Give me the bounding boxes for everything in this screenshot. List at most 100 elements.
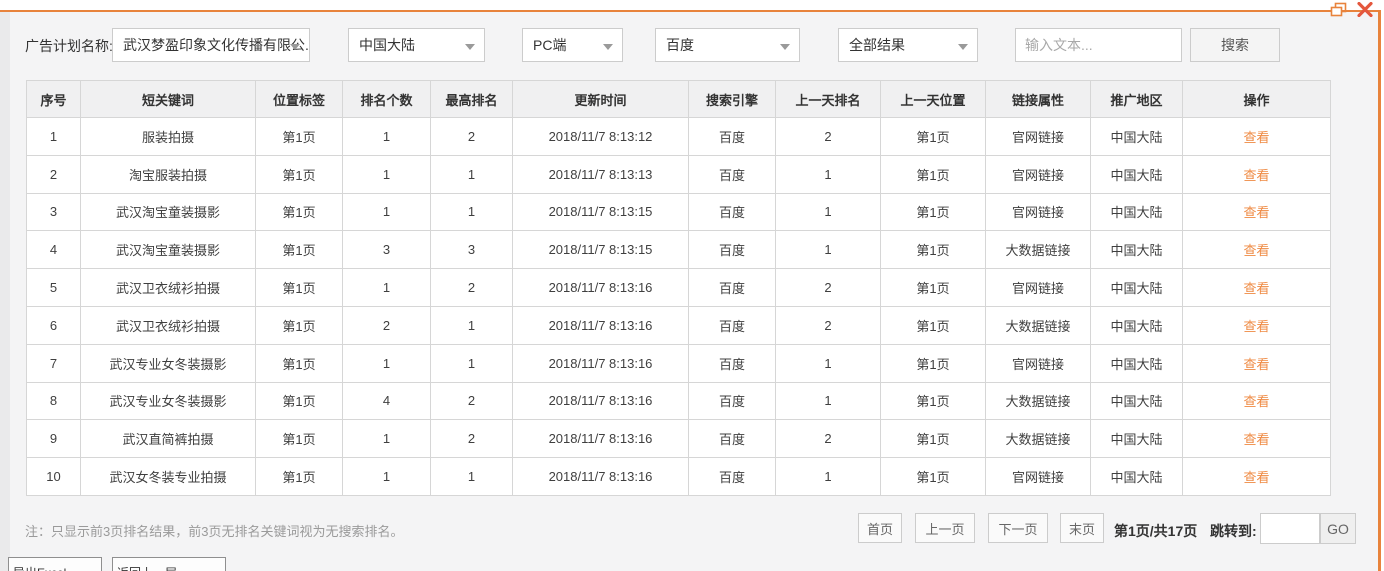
cell: 中国大陆 [1090, 457, 1183, 496]
cell: 百度 [688, 268, 776, 307]
engine-select[interactable]: 百度 [655, 28, 800, 62]
action-cell: 查看 [1182, 192, 1331, 232]
cell: 第1页 [880, 343, 986, 383]
view-link[interactable]: 查看 [1243, 168, 1269, 183]
action-cell: 查看 [1182, 419, 1331, 459]
cell: 1 [342, 457, 431, 496]
cell: 第1页 [880, 230, 986, 270]
prev-page-button[interactable]: 上一页 [915, 513, 975, 543]
view-link[interactable]: 查看 [1243, 243, 1269, 258]
cell: 官网链接 [985, 117, 1091, 156]
cell: 中国大陆 [1090, 381, 1183, 421]
keyword-ranking-table: 序号 短关键词 位置标签 排名个数 最高排名 更新时间 搜索引擎 上一天排名 上一天位置 链接属性… [26, 80, 1331, 496]
view-link[interactable]: 查看 [1243, 432, 1269, 447]
view-link[interactable]: 查看 [1243, 357, 1269, 372]
view-link[interactable]: 查看 [1243, 130, 1269, 145]
plan-name-value: 武汉梦盈印象文化传播有限公... [123, 37, 310, 53]
cell: 第1页 [880, 305, 986, 345]
cell: 9 [26, 419, 81, 459]
close-icon[interactable] [1357, 1, 1373, 17]
plan-name-select[interactable]: 武汉梦盈印象文化传播有限公... [112, 28, 310, 62]
cell: 1 [775, 154, 881, 194]
table-row: 4 武汉淘宝童装摄影 第1页 3 3 2018/11/7 8:13:15 百度 1 第1页 大数据… [26, 230, 1331, 270]
cell: 4 [26, 230, 81, 270]
column-header: 短关键词 [80, 80, 256, 118]
search-button[interactable]: 搜索 [1190, 28, 1280, 62]
table-row: 1 服装拍摄 第1页 1 2 2018/11/7 8:13:12 百度 2 第1页 官网链接 中国大… [26, 117, 1331, 156]
cell: 官网链接 [985, 154, 1091, 194]
action-cell: 查看 [1182, 268, 1331, 307]
cell: 3 [342, 230, 431, 270]
table-row: 8 武汉专业女冬装摄影 第1页 4 2 2018/11/7 8:13:16 百度 1 第1页 大数… [26, 381, 1331, 421]
view-link[interactable]: 查看 [1243, 281, 1269, 296]
chevron-down-icon [290, 44, 300, 50]
go-button[interactable]: GO [1320, 513, 1356, 544]
cell: 百度 [688, 192, 776, 232]
table-row: 3 武汉淘宝童装摄影 第1页 1 1 2018/11/7 8:13:15 百度 1 第1页 官网链… [26, 192, 1331, 232]
cell: 第1页 [255, 154, 343, 194]
cell: 百度 [688, 381, 776, 421]
next-page-button[interactable]: 下一页 [988, 513, 1048, 543]
cell: 中国大陆 [1090, 117, 1183, 156]
cell: 7 [26, 343, 81, 383]
column-header: 位置标签 [255, 80, 343, 118]
cell: 大数据链接 [985, 381, 1091, 421]
cell: 中国大陆 [1090, 343, 1183, 383]
cell: 官网链接 [985, 457, 1091, 496]
cell: 武汉淘宝童装摄影 [80, 192, 256, 232]
clipped-back-button[interactable]: 返回上一层 [112, 557, 226, 571]
cell: 百度 [688, 305, 776, 345]
cell: 第1页 [255, 192, 343, 232]
cell: 2 [342, 305, 431, 345]
cell: 1 [430, 192, 513, 232]
view-link[interactable]: 查看 [1243, 205, 1269, 220]
cell: 第1页 [880, 268, 986, 307]
cell: 官网链接 [985, 192, 1091, 232]
device-select[interactable]: PC端 [522, 28, 623, 62]
cell: 4 [342, 381, 431, 421]
cell: 第1页 [880, 154, 986, 194]
action-cell: 查看 [1182, 117, 1331, 156]
clipped-export-button[interactable]: 导出Excel [8, 557, 102, 571]
cell: 2018/11/7 8:13:12 [512, 117, 689, 156]
cell: 2 [430, 419, 513, 459]
cell: 第1页 [880, 457, 986, 496]
right-accent-line [1378, 10, 1381, 571]
cell: 2018/11/7 8:13:16 [512, 268, 689, 307]
cell: 1 [775, 230, 881, 270]
chevron-down-icon [603, 44, 613, 50]
cell: 淘宝服装拍摄 [80, 154, 256, 194]
cell: 中国大陆 [1090, 192, 1183, 232]
cell: 第1页 [880, 419, 986, 459]
cell: 官网链接 [985, 268, 1091, 307]
table-row: 5 武汉卫衣绒衫拍摄 第1页 1 2 2018/11/7 8:13:16 百度 2 第1页 官网链… [26, 268, 1331, 307]
region-select[interactable]: 中国大陆 [348, 28, 485, 62]
cell: 2 [430, 381, 513, 421]
cell: 第1页 [255, 230, 343, 270]
cell: 5 [26, 268, 81, 307]
cell: 1 [775, 192, 881, 232]
chevron-down-icon [465, 44, 475, 50]
cell: 武汉专业女冬装摄影 [80, 343, 256, 383]
column-header: 上一天排名 [775, 80, 881, 118]
search-input[interactable] [1015, 28, 1182, 62]
action-cell: 查看 [1182, 381, 1331, 421]
last-page-button[interactable]: 末页 [1060, 513, 1104, 543]
column-header: 更新时间 [512, 80, 689, 118]
cell: 百度 [688, 230, 776, 270]
view-link[interactable]: 查看 [1243, 319, 1269, 334]
cell: 武汉卫衣绒衫拍摄 [80, 305, 256, 345]
left-edge-strip [0, 12, 10, 571]
cell: 2 [775, 419, 881, 459]
restore-window-icon[interactable] [1330, 2, 1347, 17]
cell: 第1页 [255, 419, 343, 459]
first-page-button[interactable]: 首页 [858, 513, 902, 543]
cell: 1 [342, 192, 431, 232]
cell: 3 [26, 192, 81, 232]
view-link[interactable]: 查看 [1243, 470, 1269, 485]
jump-to-input[interactable] [1260, 513, 1320, 544]
result-select[interactable]: 全部结果 [838, 28, 978, 62]
table-row: 6 武汉卫衣绒衫拍摄 第1页 2 1 2018/11/7 8:13:16 百度 2 第1页 大数据… [26, 305, 1331, 345]
chevron-down-icon [958, 44, 968, 50]
view-link[interactable]: 查看 [1243, 394, 1269, 409]
